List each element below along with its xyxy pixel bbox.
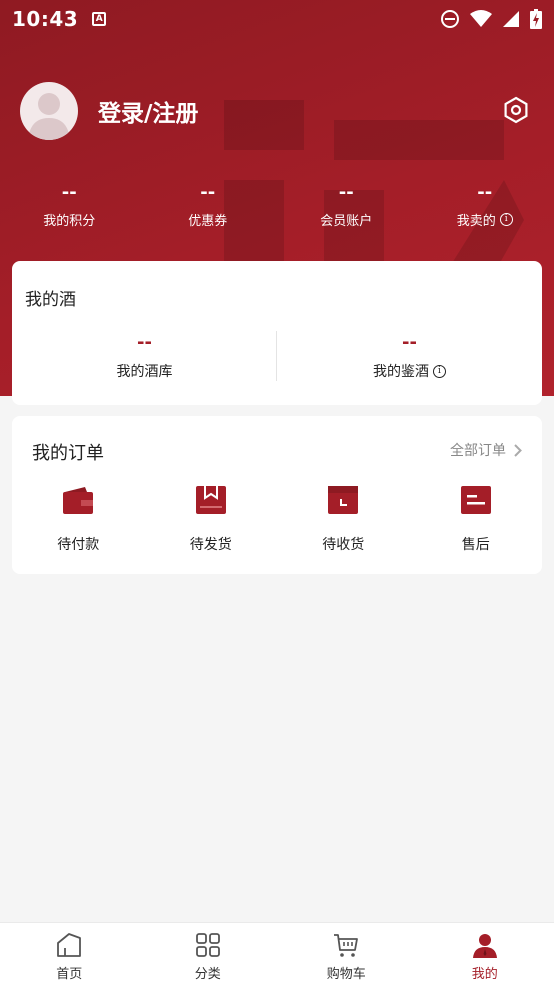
card-title: 我的订单 — [32, 443, 104, 464]
stat-value: -- — [200, 182, 216, 203]
my-wine-appraisal[interactable]: -- 我的鉴酒 i — [277, 331, 542, 383]
card-title: 我的酒 — [25, 290, 76, 310]
package-icon — [195, 486, 226, 514]
home-icon — [57, 933, 82, 957]
info-icon[interactable]: i — [433, 364, 446, 378]
all-orders-link[interactable]: 全部订单 — [450, 440, 522, 460]
account-stats: -- 我的积分 -- 优惠券 -- 会员账户 -- 我卖的 i — [0, 180, 554, 229]
order-label: 待付款 — [57, 537, 100, 553]
order-pending-receipt[interactable]: 待收货 — [277, 484, 410, 554]
profile-icon — [472, 934, 497, 958]
tab-profile[interactable]: 我的 — [416, 923, 554, 984]
receive-box-icon — [328, 486, 359, 514]
wine-label: 我的酒库 — [116, 364, 173, 380]
all-orders-label: 全部订单 — [450, 443, 506, 459]
avatar[interactable] — [20, 82, 78, 140]
stat-label: 会员账户 — [320, 214, 373, 229]
stat-value: -- — [338, 182, 354, 203]
order-after-sales[interactable]: 售后 — [410, 484, 543, 554]
status-icons — [440, 9, 542, 29]
wallet-icon — [63, 487, 94, 514]
stat-member-account[interactable]: -- 会员账户 — [277, 180, 416, 229]
stat-coupons[interactable]: -- 优惠券 — [139, 180, 278, 229]
stat-value: -- — [477, 182, 493, 203]
cart-icon — [334, 934, 359, 957]
after-sales-icon — [460, 486, 491, 514]
tab-label: 我的 — [471, 967, 498, 982]
status-bar: 10:43 A — [0, 0, 554, 38]
my-wine-cellar[interactable]: -- 我的酒库 — [12, 331, 277, 383]
bottom-tab-bar: 首页 分类 购物车 我的 — [0, 922, 554, 984]
tab-label: 首页 — [56, 967, 83, 982]
stat-label: 优惠券 — [188, 214, 228, 229]
order-label: 待收货 — [322, 537, 365, 553]
wine-value: -- — [137, 332, 152, 353]
order-label: 待发货 — [189, 537, 232, 553]
signal-icon — [503, 11, 519, 27]
tab-home[interactable]: 首页 — [0, 923, 139, 984]
wine-label: 我的鉴酒 — [373, 364, 429, 380]
tab-label: 分类 — [194, 967, 221, 982]
login-register-link[interactable]: 登录/注册 — [98, 94, 198, 128]
info-icon[interactable]: i — [499, 213, 513, 226]
my-orders-card: 我的订单 全部订单 待付款 待发货 待收货 售后 — [12, 416, 542, 574]
wine-value: -- — [402, 332, 417, 353]
default-avatar-icon — [28, 93, 70, 140]
notification-a-icon: A — [92, 12, 107, 26]
stat-label: 我的积分 — [43, 214, 96, 229]
stat-label: 我卖的 — [456, 214, 496, 229]
tab-cart[interactable]: 购物车 — [277, 923, 416, 984]
tab-category[interactable]: 分类 — [139, 923, 278, 984]
tab-label: 购物车 — [326, 967, 366, 982]
order-pending-payment[interactable]: 待付款 — [12, 484, 145, 554]
status-time: 10:43 — [12, 7, 79, 31]
chevron-right-icon — [514, 443, 522, 457]
stat-value: -- — [61, 182, 77, 203]
do-not-disturb-icon — [441, 10, 459, 28]
settings-hexagon-icon[interactable] — [502, 96, 530, 124]
wifi-icon — [470, 10, 492, 27]
order-label: 售后 — [461, 537, 490, 553]
order-pending-shipment[interactable]: 待发货 — [145, 484, 278, 554]
stat-my-sales[interactable]: -- 我卖的 i — [416, 180, 554, 229]
my-wine-card: 我的酒 -- 我的酒库 -- 我的鉴酒 i — [12, 261, 542, 405]
stat-points[interactable]: -- 我的积分 — [0, 180, 139, 229]
category-grid-icon — [195, 933, 220, 957]
divider — [276, 331, 277, 381]
battery-charging-icon — [530, 9, 542, 29]
